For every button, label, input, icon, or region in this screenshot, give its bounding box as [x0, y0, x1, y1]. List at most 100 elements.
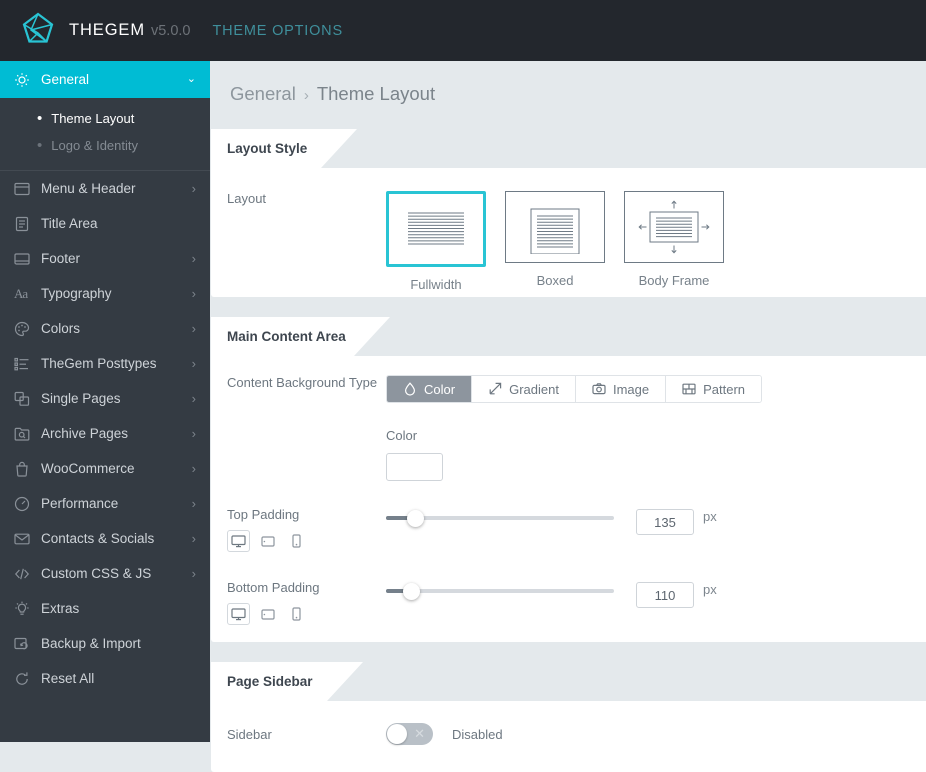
layout-option-body-frame[interactable]: Body Frame	[624, 191, 724, 292]
panel-notch	[327, 662, 363, 701]
bottom-padding-input[interactable]	[636, 582, 694, 608]
bg-type-tab-label: Pattern	[703, 381, 746, 397]
boxed-layout-icon	[505, 191, 605, 263]
panel-main-content-title: Main Content Area	[227, 329, 346, 344]
envelope-icon	[14, 531, 36, 547]
breadcrumb-separator-icon: ›	[303, 87, 309, 104]
brand-logo[interactable]: THEGEM v5.0.0	[21, 11, 190, 50]
sidebar-item-menu-header[interactable]: Menu & Header ›	[0, 171, 210, 206]
breadcrumb: General › Theme Layout	[210, 61, 926, 105]
sidebar-item-backup-import[interactable]: Backup & Import	[0, 626, 210, 661]
sidebar-item-general[interactable]: General ⌄	[0, 61, 210, 98]
sidebar-item-label: Menu & Header	[41, 181, 136, 196]
layout-option-fullwidth[interactable]: Fullwidth	[386, 191, 486, 292]
palette-icon	[14, 321, 36, 337]
gear-icon	[14, 72, 36, 88]
camera-icon	[592, 382, 606, 396]
sidebar-subitem-logo-identity[interactable]: • Logo & Identity	[0, 132, 210, 159]
sidebar-item-label: Archive Pages	[41, 426, 129, 441]
sidebar-item-label: Reset All	[41, 671, 95, 686]
desktop-icon[interactable]	[227, 530, 250, 552]
panel-header-gap	[363, 662, 926, 701]
body-frame-layout-icon	[624, 191, 724, 263]
bg-type-tab-image[interactable]: Image	[575, 376, 667, 402]
sidebar-subitem-theme-layout[interactable]: • Theme Layout	[0, 105, 210, 132]
top-padding-unit: px	[703, 509, 717, 524]
chevron-right-icon: ›	[191, 496, 196, 511]
sidebar-item-label: Colors	[41, 321, 81, 336]
bullet-icon: •	[37, 110, 43, 127]
panel-notch	[321, 129, 357, 168]
panel-header-gap	[390, 317, 926, 356]
panel-page-sidebar-header: Page Sidebar	[211, 662, 926, 701]
sidebar-item-single-pages[interactable]: Single Pages ›	[0, 381, 210, 416]
sidebar-item-label: Single Pages	[41, 391, 121, 406]
sidebar-item-extras[interactable]: Extras	[0, 591, 210, 626]
sidebar-item-typography[interactable]: Aa Typography ›	[0, 276, 210, 311]
sidebar-subitem-label: Theme Layout	[51, 111, 135, 126]
bg-type-tab-gradient[interactable]: Gradient	[472, 376, 576, 402]
chevron-right-icon: ›	[191, 531, 196, 546]
bg-type-tab-color[interactable]: Color	[387, 376, 473, 402]
chevron-right-icon: ›	[191, 356, 196, 371]
panel-layout-style-header: Layout Style	[211, 129, 926, 168]
chevron-right-icon: ›	[191, 391, 196, 406]
top-padding-device-switcher	[211, 530, 386, 552]
panel-main-content-area: Main Content Area Content Background Typ…	[211, 317, 926, 642]
color-swatch[interactable]	[386, 453, 443, 481]
chevron-right-icon: ›	[191, 566, 196, 581]
stacked-pages-icon	[14, 391, 36, 407]
slider-knob[interactable]	[402, 583, 420, 600]
sidebar-submenu: • Theme Layout • Logo & Identity	[0, 98, 210, 170]
top-bar: THEGEM v5.0.0 THEME OPTIONS	[0, 0, 926, 61]
sidebar-item-woocommerce[interactable]: WooCommerce ›	[0, 451, 210, 486]
layout-option-boxed[interactable]: Boxed	[505, 191, 605, 292]
sidebar-item-reset-all[interactable]: Reset All	[0, 661, 210, 696]
panel-main-content-header: Main Content Area	[211, 317, 926, 356]
sidebar-item-label: Typography	[41, 286, 112, 301]
panel-page-sidebar: Page Sidebar Sidebar ✕ Disabled	[211, 662, 926, 772]
panel-page-sidebar-title: Page Sidebar	[227, 674, 313, 689]
breadcrumb-parent[interactable]: General	[230, 83, 296, 104]
sidebar-item-label: WooCommerce	[41, 461, 135, 476]
top-padding-input[interactable]	[636, 509, 694, 535]
brand-name: THEGEM	[69, 21, 145, 39]
footer-icon	[14, 251, 36, 267]
bullet-icon: •	[37, 137, 43, 154]
mobile-icon[interactable]	[285, 530, 308, 552]
lightbulb-icon	[14, 601, 36, 617]
sidebar-item-archive-pages[interactable]: Archive Pages ›	[0, 416, 210, 451]
sidebar-item-custom-css-js[interactable]: Custom CSS & JS ›	[0, 556, 210, 591]
sidebar-item-label: TheGem Posttypes	[41, 356, 157, 371]
typography-aa-icon: Aa	[14, 285, 28, 301]
mobile-icon[interactable]	[285, 603, 308, 625]
sidebar-item-label: Backup & Import	[41, 636, 141, 651]
sidebar-item-footer[interactable]: Footer ›	[0, 241, 210, 276]
top-padding-slider[interactable]	[386, 509, 614, 527]
layout-option-label: Body Frame	[638, 273, 710, 288]
top-padding-row: Top Padding 135 px	[211, 481, 926, 552]
desktop-icon[interactable]	[227, 603, 250, 625]
toggle-knob	[387, 724, 407, 744]
bottom-padding-label: Bottom Padding	[227, 580, 320, 595]
bg-type-tab-label: Color	[424, 381, 456, 397]
gem-pentagon-logo-icon	[21, 11, 55, 50]
folder-search-icon	[14, 426, 36, 442]
theme-options-link[interactable]: THEME OPTIONS	[212, 23, 342, 39]
bottom-padding-slider[interactable]	[386, 582, 614, 600]
bg-type-tab-pattern[interactable]: Pattern	[666, 376, 762, 402]
sidebar-item-thegem-posttypes[interactable]: TheGem Posttypes ›	[0, 346, 210, 381]
document-icon	[14, 216, 36, 232]
slider-knob[interactable]	[407, 510, 425, 527]
sidebar-item-performance[interactable]: Performance ›	[0, 486, 210, 521]
chevron-right-icon: ›	[191, 426, 196, 441]
sidebar-item-colors[interactable]: Colors ›	[0, 311, 210, 346]
tablet-icon[interactable]	[256, 603, 279, 625]
chevron-right-icon: ›	[191, 321, 196, 336]
content-background-type-tabs: Color Gradient Image Pattern	[386, 375, 763, 403]
bottom-padding-device-switcher	[211, 603, 386, 625]
tablet-icon[interactable]	[256, 530, 279, 552]
sidebar-item-contacts-socials[interactable]: Contacts & Socials ›	[0, 521, 210, 556]
shopping-bag-icon	[14, 461, 36, 477]
sidebar-item-title-area[interactable]: Title Area	[0, 206, 210, 241]
